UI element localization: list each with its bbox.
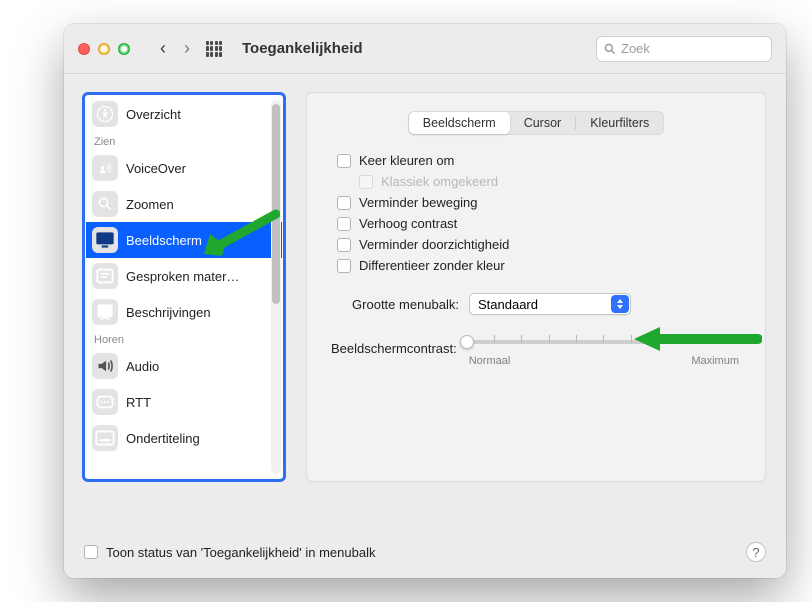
checkbox-label: Verminder doorzichtigheid <box>359 237 509 252</box>
search-field[interactable] <box>596 36 772 62</box>
sidebar-item-label: Ondertiteling <box>126 431 200 446</box>
sidebar-item-label: Audio <box>126 359 159 374</box>
menubar-size-select[interactable]: Standaard <box>469 293 631 315</box>
checkbox-reduce-motion[interactable]: Verminder beweging <box>337 195 741 210</box>
sidebar-item-rtt[interactable]: RTT <box>86 384 282 420</box>
sidebar-item-audio[interactable]: Audio <box>86 348 282 384</box>
close-button[interactable] <box>78 43 90 55</box>
minimize-button[interactable] <box>98 43 110 55</box>
slider-max-label: Maximum <box>691 355 739 367</box>
section-horen: Horen <box>86 330 282 348</box>
window-title: Toegankelijkheid <box>242 40 363 57</box>
sidebar-item-label: RTT <box>126 395 151 410</box>
sidebar-item-beeldscherm[interactable]: Beeldscherm <box>86 222 282 258</box>
window-body: Overzicht Zien VoiceOver Zoomen <box>64 74 786 532</box>
sidebar-scrollbar[interactable] <box>271 100 281 474</box>
descriptions-icon <box>92 299 118 325</box>
zoom-icon <box>92 191 118 217</box>
sidebar-item-label: Beeldscherm <box>126 233 202 248</box>
sidebar: Overzicht Zien VoiceOver Zoomen <box>82 92 286 482</box>
tab-cursor[interactable]: Cursor <box>510 112 576 134</box>
footer: Toon status van 'Toegankelijkheid' in me… <box>64 532 786 578</box>
back-button[interactable]: ‹ <box>160 38 166 59</box>
sidebar-item-ondertiteling[interactable]: Ondertiteling <box>86 420 282 456</box>
settings-panel: Beeldscherm Cursor Kleurfilters Keer kle… <box>306 92 766 482</box>
contrast-label: Beeldschermcontrast: <box>331 341 457 356</box>
menubar-size-label: Grootte menubalk: <box>331 297 459 312</box>
show-all-icon[interactable] <box>206 41 222 57</box>
search-icon <box>603 42 617 56</box>
display-icon <box>92 227 118 253</box>
checkbox-show-status[interactable]: Toon status van 'Toegankelijkheid' in me… <box>84 545 375 560</box>
sidebar-item-label: Overzicht <box>126 107 181 122</box>
checkbox-invert-colors[interactable]: Keer kleuren om <box>337 153 741 168</box>
captions-icon <box>92 425 118 451</box>
checkbox-label: Toon status van 'Toegankelijkheid' in me… <box>106 545 375 560</box>
audio-icon <box>92 353 118 379</box>
sidebar-item-label: Gesproken mater… <box>126 269 239 284</box>
checkbox-differentiate[interactable]: Differentieer zonder kleur <box>337 258 741 273</box>
rtt-icon <box>92 389 118 415</box>
forward-button[interactable]: › <box>184 38 190 59</box>
menubar-size-row: Grootte menubalk: Standaard <box>331 293 741 315</box>
window-controls <box>78 43 130 55</box>
segmented-tabs: Beeldscherm Cursor Kleurfilters <box>408 111 665 135</box>
sidebar-scroll-thumb[interactable] <box>272 104 280 304</box>
nav-buttons: ‹ › <box>160 38 190 59</box>
section-zien: Zien <box>86 132 282 150</box>
spoken-content-icon <box>92 263 118 289</box>
checkbox-label: Klassiek omgekeerd <box>381 174 498 189</box>
checkbox-label: Keer kleuren om <box>359 153 454 168</box>
titlebar: ‹ › Toegankelijkheid <box>64 24 786 74</box>
sidebar-item-overzicht[interactable]: Overzicht <box>86 96 282 132</box>
slider-thumb[interactable] <box>460 335 474 349</box>
maximize-button[interactable] <box>118 43 130 55</box>
search-input[interactable] <box>621 41 765 56</box>
checkbox-label: Differentieer zonder kleur <box>359 258 505 273</box>
accessibility-icon <box>92 101 118 127</box>
checkbox-label: Verhoog contrast <box>359 216 457 231</box>
sidebar-item-gesproken[interactable]: Gesproken mater… <box>86 258 282 294</box>
sidebar-item-voiceover[interactable]: VoiceOver <box>86 150 282 186</box>
help-button[interactable]: ? <box>746 542 766 562</box>
select-value: Standaard <box>478 297 538 312</box>
checkbox-classic-invert: Klassiek omgekeerd <box>359 174 741 189</box>
checkbox-group: Keer kleuren om Klassiek omgekeerd Vermi… <box>337 153 741 273</box>
tab-kleurfilters[interactable]: Kleurfilters <box>576 112 663 134</box>
checkbox-label: Verminder beweging <box>359 195 478 210</box>
sidebar-item-label: Zoomen <box>126 197 174 212</box>
tab-beeldscherm[interactable]: Beeldscherm <box>409 112 510 134</box>
checkbox-reduce-transparency[interactable]: Verminder doorzichtigheid <box>337 237 741 252</box>
checkbox-increase-contrast[interactable]: Verhoog contrast <box>337 216 741 231</box>
sidebar-item-beschrijvingen[interactable]: Beschrijvingen <box>86 294 282 330</box>
sidebar-item-label: VoiceOver <box>126 161 186 176</box>
sidebar-item-zoomen[interactable]: Zoomen <box>86 186 282 222</box>
contrast-row: Beeldschermcontrast: Normaal Maximum <box>331 333 741 367</box>
chevron-updown-icon <box>611 295 629 313</box>
contrast-slider[interactable] <box>467 333 741 351</box>
accessibility-window: ‹ › Toegankelijkheid Overzicht <box>64 24 786 578</box>
slider-min-label: Normaal <box>469 355 511 367</box>
voiceover-icon <box>92 155 118 181</box>
sidebar-item-label: Beschrijvingen <box>126 305 211 320</box>
